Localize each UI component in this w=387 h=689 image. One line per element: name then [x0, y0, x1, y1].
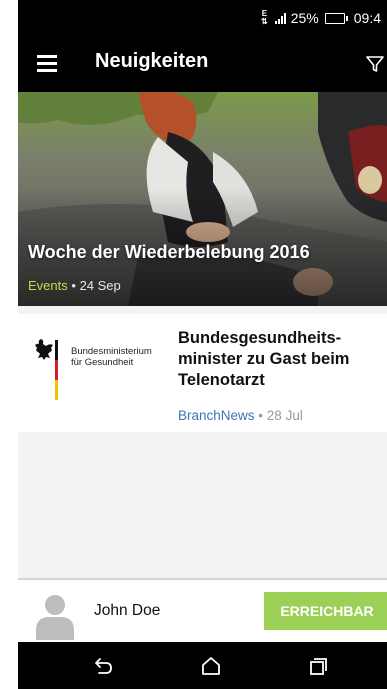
- mobile-data-icon: E ⇅: [261, 9, 268, 26]
- news-date: 28 Jul: [266, 408, 303, 423]
- system-navigation-bar: [18, 642, 387, 689]
- news-list-item[interactable]: Bundesministerium für Gesundheit Bundesg…: [18, 314, 387, 432]
- recent-apps-icon[interactable]: [306, 654, 330, 678]
- status-icons: E ⇅ 25% 09:4: [261, 9, 381, 27]
- app-screen: E ⇅ 25% 09:4 Neuigkeiten Woche der Wiede…: [18, 0, 387, 689]
- hamburger-menu-icon[interactable]: [37, 55, 57, 72]
- app-toolbar: Neuigkeiten: [18, 36, 387, 92]
- news-meta: BranchNews • 28 Jul: [178, 408, 303, 423]
- news-category: Events: [28, 278, 68, 293]
- meta-separator: •: [258, 408, 264, 423]
- status-bar: E ⇅ 25% 09:4: [18, 0, 387, 36]
- meta-separator: •: [71, 278, 76, 293]
- federal-eagle-icon: [35, 339, 58, 400]
- battery-percent: 25%: [290, 10, 319, 26]
- featured-news-meta: Events • 24 Sep: [28, 278, 121, 293]
- page-title: Neuigkeiten: [95, 50, 209, 72]
- logo-line: für Gesundheit: [71, 357, 134, 368]
- filter-funnel-icon[interactable]: [365, 54, 385, 74]
- ministry-logo-text: Bundesministerium für Gesundheit: [71, 346, 152, 368]
- battery-icon: [324, 12, 348, 24]
- news-date: 24 Sep: [79, 278, 121, 293]
- news-title: Bundesgesundheits-minister zu Gast beim …: [178, 329, 350, 389]
- news-source: BranchNews: [178, 408, 255, 423]
- status-time: 09:4: [353, 10, 381, 26]
- featured-news-image: [18, 92, 387, 306]
- user-status-bar: John Doe ERREICHBAR: [18, 578, 387, 642]
- availability-status-button[interactable]: ERREICHBAR: [264, 592, 387, 630]
- featured-news-title: Woche der Wiederbelebung 2016: [28, 242, 310, 262]
- signal-strength-icon: [274, 12, 286, 24]
- ministry-logo: Bundesministerium für Gesundheit: [26, 334, 166, 406]
- home-icon[interactable]: [199, 654, 223, 678]
- back-arrow-icon[interactable]: [91, 654, 115, 678]
- featured-news-card[interactable]: Woche der Wiederbelebung 2016 Events • 2…: [18, 92, 387, 306]
- logo-line: Bundesministerium: [71, 346, 152, 357]
- avatar-icon[interactable]: [36, 592, 74, 640]
- user-name: John Doe: [94, 602, 161, 619]
